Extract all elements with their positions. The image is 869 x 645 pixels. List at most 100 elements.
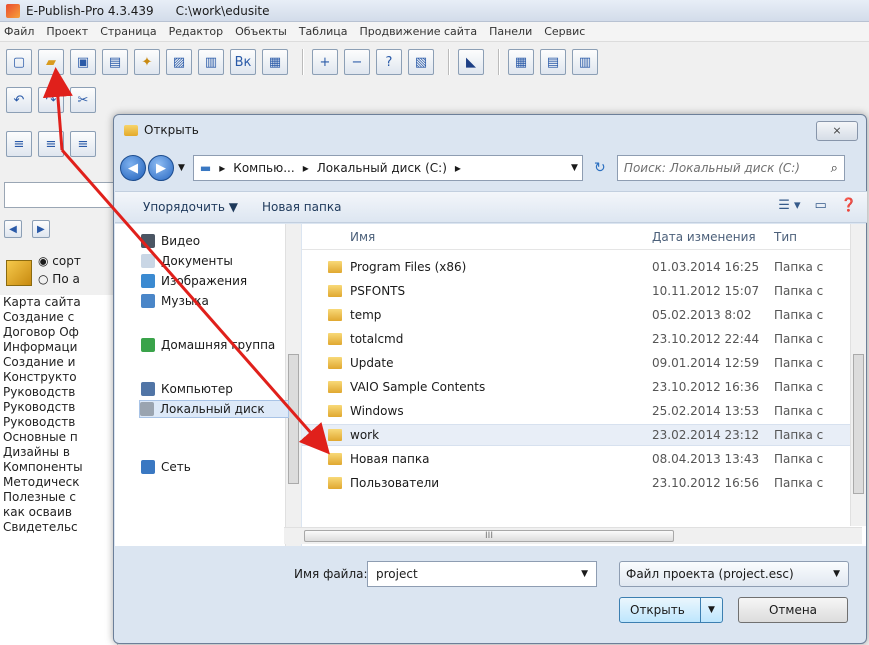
- add-icon[interactable]: +: [312, 49, 338, 75]
- table-insert-icon[interactable]: ▦: [508, 49, 534, 75]
- column-type[interactable]: Тип: [774, 230, 797, 244]
- save-as-icon[interactable]: ▤: [102, 49, 128, 75]
- nav-item[interactable]: Сеть: [141, 458, 191, 476]
- table-cols-icon[interactable]: ▤: [540, 49, 566, 75]
- menu-table[interactable]: Таблица: [299, 25, 348, 38]
- page-list-item[interactable]: Информаци: [0, 340, 117, 355]
- next-icon[interactable]: ▶: [31, 220, 50, 238]
- file-row[interactable]: Новая папка 08.04.2013 13:43 Папка с: [302, 448, 850, 470]
- close-button[interactable]: ⨯: [816, 121, 858, 141]
- chart-icon[interactable]: ▥: [198, 49, 224, 75]
- nav-item[interactable]: Документы: [141, 252, 233, 270]
- filename-input[interactable]: project ▼: [367, 561, 597, 587]
- open-button[interactable]: Открыть ▼: [619, 597, 723, 623]
- page-list-item[interactable]: Руководств: [0, 385, 117, 400]
- radio-sort[interactable]: ◉ сорт: [38, 254, 81, 268]
- search-input[interactable]: Поиск: Локальный диск (C:) ⌕: [616, 155, 845, 181]
- table-rows-icon[interactable]: ▥: [572, 49, 598, 75]
- file-row[interactable]: totalcmd 23.10.2012 22:44 Папка с: [302, 328, 850, 350]
- file-row[interactable]: Windows 25.02.2014 13:53 Папка с: [302, 400, 850, 422]
- page-list-item[interactable]: Создание с: [0, 310, 117, 325]
- frame-icon[interactable]: ▦: [262, 49, 288, 75]
- menu-page[interactable]: Страница: [100, 25, 156, 38]
- back-icon[interactable]: ◀: [120, 155, 146, 181]
- nav-item[interactable]: Компьютер: [141, 380, 233, 398]
- column-date[interactable]: Дата изменения: [652, 230, 756, 244]
- page-list-item[interactable]: Руководств: [0, 400, 117, 415]
- organize-button[interactable]: Упорядочить ▼: [143, 200, 238, 214]
- new-folder-button[interactable]: Новая папка: [262, 200, 341, 214]
- page-list-item[interactable]: Методическ: [0, 475, 117, 490]
- page-list-item[interactable]: Руководств: [0, 415, 117, 430]
- prev-icon[interactable]: ◀: [4, 220, 22, 238]
- radio-alpha[interactable]: ○ По а: [38, 272, 80, 286]
- address-input[interactable]: [4, 182, 118, 208]
- page-list-item[interactable]: Основные п: [0, 430, 117, 445]
- file-row[interactable]: work 23.02.2014 23:12 Папка с: [302, 424, 850, 446]
- chevron-down-icon[interactable]: ▼: [833, 562, 840, 586]
- new-file-icon[interactable]: ▢: [6, 49, 32, 75]
- file-scrollbar[interactable]: [850, 224, 866, 526]
- file-row[interactable]: temp 05.02.2013 8:02 Папка с: [302, 304, 850, 326]
- menu-seo[interactable]: Продвижение сайта: [359, 25, 477, 38]
- open-folder-icon[interactable]: ▰: [38, 49, 64, 75]
- nav-item[interactable]: Домашняя группа: [141, 336, 275, 354]
- breadcrumb[interactable]: ▬ ▸ Компью... ▸ Локальный диск (C:) ▸ ▼: [192, 155, 583, 181]
- page-list-item[interactable]: Создание и: [0, 355, 117, 370]
- forward-icon[interactable]: ▶: [148, 155, 174, 181]
- preview-pane-icon[interactable]: ▭: [815, 198, 827, 213]
- menu-objects[interactable]: Объекты: [235, 25, 287, 38]
- history-dropdown-icon[interactable]: ▼: [178, 163, 185, 173]
- book-icon[interactable]: ▧: [408, 49, 434, 75]
- page-list-item[interactable]: Компоненты: [0, 460, 117, 475]
- remove-icon[interactable]: −: [344, 49, 370, 75]
- file-row[interactable]: VAIO Sample Contents 23.10.2012 16:36 Папк…: [302, 376, 850, 398]
- file-row[interactable]: Пользователи 23.10.2012 16:56 Папка с: [302, 472, 850, 494]
- image-icon[interactable]: ▨: [166, 49, 192, 75]
- page-list-item[interactable]: Договор Оф: [0, 325, 117, 340]
- page-list-item[interactable]: Свидетельс: [0, 520, 117, 535]
- nav-scrollbar[interactable]: [285, 224, 301, 546]
- filetype-select[interactable]: Файл проекта (project.esc) ▼: [619, 561, 849, 587]
- file-row[interactable]: PSFONTS 10.11.2012 15:07 Папка с: [302, 280, 850, 302]
- breadcrumb-drive[interactable]: Локальный диск (C:): [317, 161, 447, 175]
- menu-service[interactable]: Сервис: [544, 25, 585, 38]
- search-icon[interactable]: ⌕: [831, 161, 838, 176]
- nav-scroll-thumb[interactable]: [288, 354, 299, 484]
- sort-icon[interactable]: [6, 260, 32, 286]
- cancel-button[interactable]: Отмена: [738, 597, 848, 623]
- breadcrumb-computer[interactable]: Компью...: [233, 161, 294, 175]
- file-row[interactable]: Update 09.01.2014 12:59 Папка с: [302, 352, 850, 374]
- chevron-down-icon[interactable]: ▼: [581, 562, 588, 586]
- horizontal-scrollbar[interactable]: III: [284, 527, 862, 544]
- page-list-item[interactable]: Карта сайта: [0, 295, 117, 310]
- menu-project[interactable]: Проект: [46, 25, 88, 38]
- bk-icon[interactable]: Вк: [230, 49, 256, 75]
- rss-icon[interactable]: ◣: [458, 49, 484, 75]
- nav-item[interactable]: Изображения: [141, 272, 247, 290]
- align-right-icon[interactable]: ≡: [70, 131, 96, 157]
- menu-editor[interactable]: Редактор: [169, 25, 224, 38]
- file-scroll-thumb[interactable]: [853, 354, 864, 494]
- save-icon[interactable]: ▣: [70, 49, 96, 75]
- hscroll-thumb[interactable]: III: [304, 530, 674, 542]
- publish-icon[interactable]: ✦: [134, 49, 160, 75]
- page-list-item[interactable]: Полезные с: [0, 490, 117, 505]
- file-row[interactable]: Program Files (x86) 01.03.2014 16:25 Папка…: [302, 256, 850, 278]
- help-icon[interactable]: ❓: [841, 198, 857, 213]
- menu-panels[interactable]: Панели: [489, 25, 532, 38]
- cut-icon[interactable]: ✂: [70, 87, 96, 113]
- undo-icon[interactable]: ↶: [6, 87, 32, 113]
- view-mode-icon[interactable]: ☰ ▾: [778, 198, 800, 213]
- page-list-item[interactable]: Дизайны в: [0, 445, 117, 460]
- help-icon[interactable]: ?: [376, 49, 402, 75]
- open-dropdown-icon[interactable]: ▼: [700, 598, 722, 622]
- align-left-icon[interactable]: ≡: [6, 131, 32, 157]
- page-list-item[interactable]: как осваив: [0, 505, 117, 520]
- redo-icon[interactable]: ↷: [38, 87, 64, 113]
- nav-item[interactable]: Музыка: [141, 292, 209, 310]
- chevron-down-icon[interactable]: ▼: [571, 163, 578, 173]
- page-list-item[interactable]: Конструкто: [0, 370, 117, 385]
- nav-item[interactable]: Локальный диск: [139, 400, 289, 418]
- refresh-icon[interactable]: ↻: [589, 160, 611, 176]
